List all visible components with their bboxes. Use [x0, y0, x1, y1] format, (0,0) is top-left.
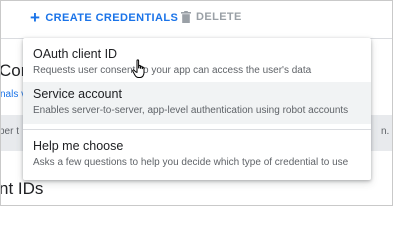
- plus-icon: +: [30, 8, 41, 27]
- delete-label: DELETE: [196, 11, 242, 23]
- toolbar: + CREATE CREDENTIALS DELETE: [1, 1, 392, 39]
- menu-item-service-account[interactable]: Service account Enables server-to-server…: [23, 82, 371, 124]
- hand-pointer-icon: [132, 59, 145, 78]
- window: + CREATE CREDENTIALS DELETE Con nals v p…: [0, 0, 393, 206]
- menu-item-title: OAuth client ID: [33, 47, 118, 61]
- trash-icon: [181, 11, 191, 23]
- menu-item-help-me-choose[interactable]: Help me choose Asks a few questions to h…: [23, 136, 371, 176]
- menu-divider: [23, 129, 371, 130]
- menu-item-oauth-client-id[interactable]: OAuth client ID Requests user consent so…: [23, 38, 371, 82]
- create-credentials-label: CREATE CREDENTIALS: [45, 12, 179, 24]
- background-row-text: per t: [0, 126, 20, 137]
- background-section-heading: nt IDs: [0, 179, 44, 198]
- background-row-text-right: n.: [381, 126, 390, 137]
- create-credentials-menu: OAuth client ID Requests user consent so…: [23, 38, 371, 180]
- menu-item-description: Enables server-to-server, app-level auth…: [33, 105, 349, 116]
- delete-button[interactable]: DELETE: [181, 11, 242, 23]
- menu-item-title: Service account: [33, 87, 122, 101]
- create-credentials-button[interactable]: + CREATE CREDENTIALS: [30, 8, 179, 27]
- menu-item-description: Requests user consent so your app can ac…: [33, 65, 312, 76]
- menu-item-title: Help me choose: [33, 139, 124, 153]
- menu-item-description: Asks a few questions to help you decide …: [33, 157, 349, 168]
